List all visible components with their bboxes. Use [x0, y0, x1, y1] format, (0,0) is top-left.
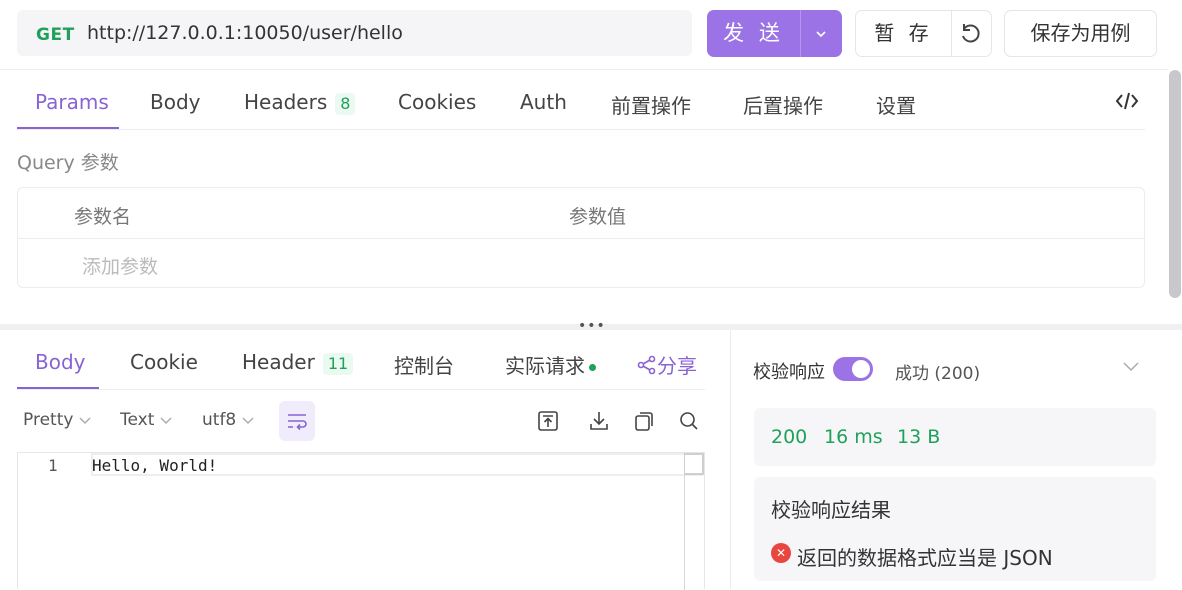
- tab-headers-label: Headers: [244, 90, 328, 114]
- tab-post-actions[interactable]: 后置操作: [743, 90, 823, 119]
- share-label: 分享: [657, 354, 697, 378]
- response-tab-header-label: Header: [242, 350, 315, 374]
- url-input[interactable]: http://127.0.0.1:10050/user/hello: [87, 22, 403, 44]
- chevron-down-icon: [160, 417, 172, 424]
- chevron-down-icon[interactable]: [800, 10, 842, 57]
- tab-pre-actions[interactable]: 前置操作: [611, 90, 691, 119]
- table-row-divider: [18, 238, 1144, 239]
- param-value-header: 参数值: [569, 206, 627, 228]
- response-time: 16 ms: [824, 426, 883, 448]
- response-stats: 200 16 ms 13 B: [754, 408, 1156, 466]
- vertical-splitter[interactable]: [730, 330, 731, 589]
- validation-status: 成功 (200): [895, 364, 981, 384]
- type-value: Text: [120, 410, 155, 430]
- minimap[interactable]: [684, 453, 704, 475]
- format-value: Pretty: [23, 410, 74, 430]
- validate-toggle[interactable]: [833, 357, 873, 381]
- tab-body[interactable]: Body: [150, 90, 201, 114]
- validation-error-message: 返回的数据格式应当是 JSON: [797, 546, 1053, 570]
- save-divider: [951, 11, 952, 56]
- code-icon[interactable]: [1115, 90, 1139, 112]
- tab-params[interactable]: Params: [35, 90, 109, 114]
- format-select[interactable]: Pretty: [23, 410, 92, 430]
- download-icon[interactable]: [587, 409, 611, 433]
- response-tab-body[interactable]: Body: [35, 350, 86, 374]
- drag-handle-icon[interactable]: •••: [578, 318, 606, 334]
- tab-settings[interactable]: 设置: [876, 90, 916, 119]
- error-icon: ✕: [771, 543, 791, 563]
- response-tab-cookie[interactable]: Cookie: [130, 350, 198, 374]
- send-button[interactable]: 发 送: [707, 10, 842, 57]
- url-bar[interactable]: GET http://127.0.0.1:10050/user/hello: [17, 10, 692, 56]
- response-tab-actual-request[interactable]: 实际请求: [505, 350, 596, 379]
- toggle-knob: [852, 360, 870, 378]
- reset-icon[interactable]: [956, 21, 986, 47]
- chevron-down-icon: [79, 417, 91, 424]
- response-body-text[interactable]: Hello, World!: [92, 456, 217, 475]
- validation-result-title: 校验响应结果: [771, 498, 891, 522]
- encoding-select[interactable]: utf8: [202, 410, 255, 430]
- headers-count-badge: 8: [335, 93, 356, 115]
- response-editor[interactable]: 1 Hello, World!: [17, 452, 705, 590]
- save-temp-button[interactable]: 暂 存: [855, 10, 992, 57]
- tab-cookies[interactable]: Cookies: [398, 90, 476, 114]
- divider: [0, 69, 1168, 70]
- chevron-down-icon: [242, 417, 254, 424]
- wrap-lines-button[interactable]: [279, 401, 315, 441]
- validation-result-panel: 校验响应结果 ✕ 返回的数据格式应当是 JSON: [754, 477, 1156, 581]
- params-table: 参数名 参数值 添加参数: [17, 187, 1145, 288]
- param-name-header: 参数名: [74, 206, 132, 228]
- add-param-input[interactable]: 添加参数: [82, 252, 158, 279]
- share-button[interactable]: 分享: [637, 350, 697, 379]
- share-icon: [637, 355, 656, 375]
- wrap-icon: [288, 414, 307, 431]
- send-button-label[interactable]: 发 送: [707, 10, 800, 57]
- status-code: 200: [771, 426, 808, 448]
- tab-headers[interactable]: Headers 8: [244, 90, 356, 115]
- status-dot: [589, 364, 596, 371]
- response-tabs-divider: [17, 389, 705, 390]
- copy-icon[interactable]: [632, 409, 656, 433]
- encoding-value: utf8: [202, 410, 237, 430]
- scrollbar[interactable]: [1169, 70, 1181, 298]
- actual-request-label: 实际请求: [505, 354, 585, 378]
- chevron-down-icon[interactable]: [1122, 360, 1140, 374]
- http-method[interactable]: GET: [36, 25, 75, 45]
- scroll-top-icon[interactable]: [536, 409, 560, 433]
- tab-auth[interactable]: Auth: [520, 90, 567, 114]
- type-select[interactable]: Text: [120, 410, 173, 430]
- response-size: 13 B: [897, 426, 941, 448]
- response-headers-count-badge: 11: [322, 353, 354, 375]
- validate-response-label: 校验响应: [753, 362, 825, 383]
- tabs-divider: [17, 129, 1145, 130]
- response-tab-header[interactable]: Header 11: [242, 350, 354, 375]
- query-params-label: Query 参数: [17, 152, 119, 174]
- save-as-case-button[interactable]: 保存为用例: [1004, 10, 1157, 57]
- line-number: 1: [48, 456, 58, 475]
- search-icon[interactable]: [677, 409, 701, 433]
- save-temp-label[interactable]: 暂 存: [856, 11, 951, 56]
- response-tab-console[interactable]: 控制台: [394, 350, 454, 379]
